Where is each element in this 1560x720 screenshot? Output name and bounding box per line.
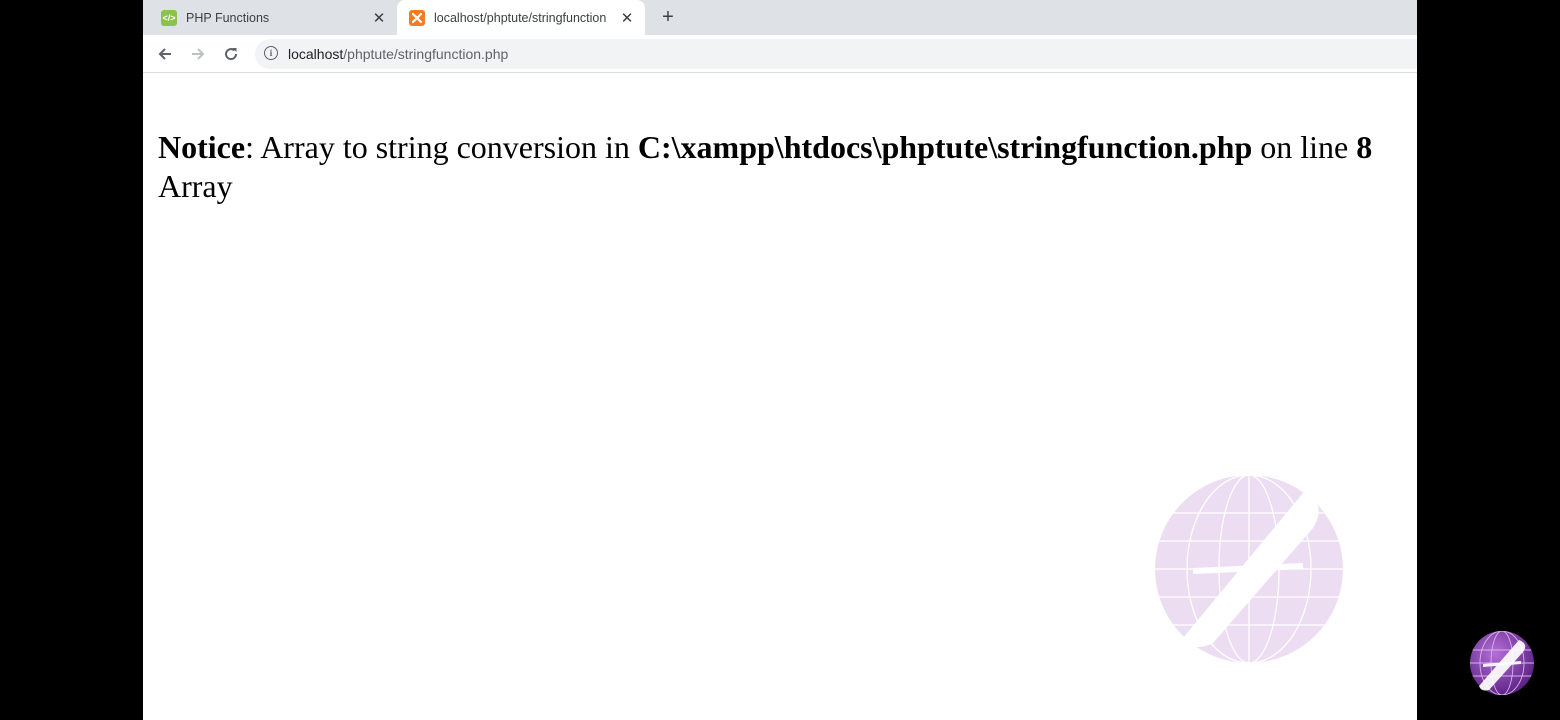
tab-title: localhost/phptute/stringfunction (434, 10, 607, 25)
reload-icon (225, 48, 238, 61)
browser-window: </> PHP Functions ✕ localhost/phptute/st… (143, 0, 1417, 720)
tab-title: PHP Functions (186, 10, 270, 25)
forward-button[interactable] (186, 42, 210, 66)
notice-on-line: on line (1252, 129, 1357, 165)
screen: </> PHP Functions ✕ localhost/phptute/st… (0, 0, 1560, 720)
toolbar: i localhost/phptute/stringfunction.php ☆ (143, 35, 1417, 73)
notice-line-number: 8 (1356, 129, 1373, 165)
url-host: localhost (288, 46, 344, 62)
output-text: Array (158, 168, 233, 204)
code-favicon-icon: </> (161, 9, 177, 26)
close-tab-icon[interactable]: ✕ (619, 10, 635, 27)
xampp-favicon-icon (409, 9, 425, 26)
notice-message: : Array to string conversion in (245, 129, 638, 165)
back-button[interactable] (153, 42, 177, 66)
channel-logo-icon (1470, 631, 1534, 695)
url-path: /phptute/stringfunction.php (343, 46, 509, 62)
arrow-left-icon (158, 48, 171, 60)
globe-watermark-icon (1155, 475, 1343, 663)
page-content: Notice: Array to string conversion in C:… (143, 73, 1417, 720)
notice-file-path: C:\xampp\htdocs\phptute\stringfunction.p… (637, 129, 1253, 165)
reload-button[interactable] (219, 42, 243, 66)
new-tab-button[interactable]: + (657, 6, 679, 28)
address-bar[interactable]: i localhost/phptute/stringfunction.php ☆ (255, 39, 1417, 69)
php-notice: Notice: Array to string conversion in C:… (158, 127, 1372, 167)
url-text[interactable]: localhost/phptute/stringfunction.php (288, 46, 508, 62)
close-tab-icon[interactable]: ✕ (371, 10, 387, 27)
tab-php-functions[interactable]: </> PHP Functions ✕ (143, 0, 397, 35)
info-icon[interactable]: i (264, 46, 278, 60)
tab-strip: </> PHP Functions ✕ localhost/phptute/st… (143, 0, 1417, 35)
arrow-right-icon (192, 48, 205, 60)
tab-stringfunction[interactable]: localhost/phptute/stringfunction ✕ (397, 0, 645, 35)
notice-label: Notice (158, 129, 246, 165)
